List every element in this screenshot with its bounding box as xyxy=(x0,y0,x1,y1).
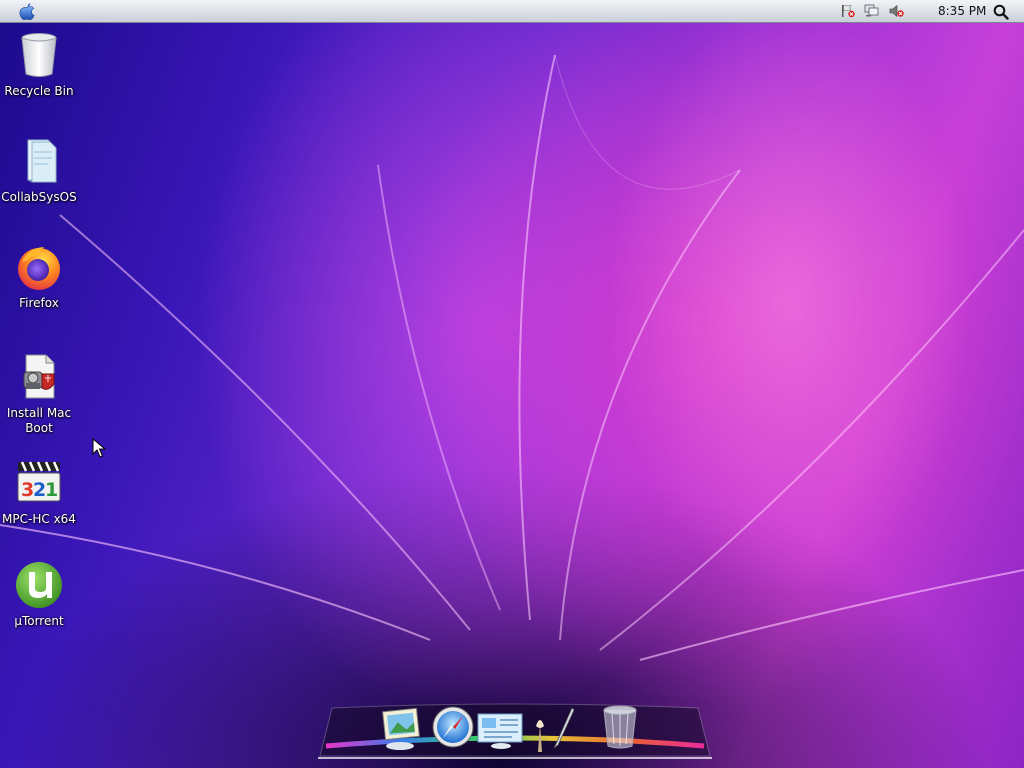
desktop-icon-label: Recycle Bin xyxy=(4,84,74,98)
desktop-icon-utorrent[interactable]: µTorrent xyxy=(0,560,78,629)
spotlight-search-icon[interactable] xyxy=(993,4,1009,20)
svg-text:1: 1 xyxy=(45,479,58,501)
trash-icon[interactable] xyxy=(600,704,640,754)
safari-icon[interactable] xyxy=(430,704,476,750)
desktop-icon-firefox[interactable]: Firefox xyxy=(0,242,78,311)
flag-alert-icon[interactable] xyxy=(840,4,856,18)
folder-icon xyxy=(27,139,57,183)
mouse-cursor-icon xyxy=(92,438,106,458)
desktop-icon-install-mac-boot[interactable]: Install Mac Boot xyxy=(0,352,78,436)
desktop-wallpaper xyxy=(0,54,1024,661)
installer-icon xyxy=(23,354,55,399)
utorrent-icon xyxy=(16,562,62,608)
firefox-icon xyxy=(18,247,60,290)
desktop-icon-recycle-bin[interactable]: Recycle Bin xyxy=(0,30,78,99)
desktop-icon-label: CollabSysOS xyxy=(1,190,77,204)
desktop-icon-mpc-hc[interactable]: 3 2 1 MPC-HC x64 xyxy=(0,458,78,527)
network-disconnected-icon[interactable] xyxy=(864,4,880,18)
desktop-icon-label: Firefox xyxy=(19,296,59,310)
recycle-bin-icon xyxy=(21,33,57,77)
preview-icon[interactable] xyxy=(380,706,426,752)
mail-icon[interactable] xyxy=(476,710,526,750)
desktop-icon-label: MPC-HC x64 xyxy=(2,512,76,526)
desktop-icon-collabsysos[interactable]: CollabSysOS xyxy=(0,136,78,205)
desktop-icon-label: µTorrent xyxy=(14,614,64,628)
apple-menu-icon[interactable] xyxy=(17,2,37,21)
desktop-icon-label: Install Mac Boot xyxy=(6,406,72,435)
pen-icon[interactable] xyxy=(550,706,576,750)
mpc-hc-icon: 3 2 1 xyxy=(17,461,61,502)
dock xyxy=(310,696,720,768)
menu-bar: 8:35 PM xyxy=(0,0,1024,23)
menubar-clock[interactable]: 8:35 PM xyxy=(938,4,986,18)
volume-muted-icon[interactable] xyxy=(889,4,905,18)
photo-booth-icon[interactable] xyxy=(530,710,550,754)
